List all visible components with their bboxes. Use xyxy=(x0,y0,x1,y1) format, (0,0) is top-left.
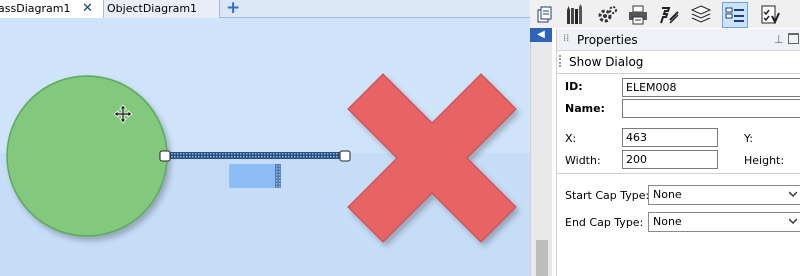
format-icon[interactable] xyxy=(656,2,682,28)
name-label: Name: xyxy=(565,102,605,115)
diagram-shapes xyxy=(6,73,517,243)
tab-classdiagram1[interactable]: lassDiagram1 ✕ xyxy=(0,0,104,18)
toolbar-grip-icon xyxy=(559,55,563,67)
document-icon[interactable] xyxy=(532,2,558,28)
height-label: Height: xyxy=(744,154,785,167)
connector-end-handle[interactable] xyxy=(339,150,351,162)
label-resize-grip[interactable] xyxy=(275,164,281,188)
scrollbar-thumb[interactable] xyxy=(536,240,548,276)
printer-icon[interactable] xyxy=(625,2,651,28)
panel-title: Properties xyxy=(577,33,638,47)
name-field[interactable] xyxy=(622,99,800,118)
layers-icon[interactable] xyxy=(688,2,714,28)
end-cap-value: None xyxy=(653,215,682,228)
connector-line[interactable] xyxy=(166,152,344,159)
x-field[interactable] xyxy=(622,128,718,147)
properties-header: ⁞⁞ Properties ⊥ xyxy=(557,29,800,51)
checklist-icon[interactable] xyxy=(756,2,782,28)
width-field[interactable] xyxy=(622,150,718,169)
diagram-canvas[interactable] xyxy=(0,18,530,276)
start-cap-select[interactable]: None xyxy=(648,185,800,205)
panel-grip-icon[interactable]: ⁞⁞ xyxy=(563,33,569,44)
end-cap-label: End Cap Type: xyxy=(565,216,644,229)
show-dialog-button[interactable]: Show Dialog xyxy=(569,55,643,69)
connector-label-box[interactable] xyxy=(229,164,281,188)
tab-label: lassDiagram1 xyxy=(0,2,71,15)
chevron-down-icon xyxy=(789,191,797,197)
collapse-panel-button[interactable]: ◀ xyxy=(530,28,552,42)
tab-label: ObjectDiagram1 xyxy=(107,2,198,15)
gear-icon[interactable] xyxy=(594,2,620,28)
side-toolbar xyxy=(530,0,800,28)
divider xyxy=(557,173,800,174)
y-label: Y: xyxy=(744,132,753,145)
id-label: ID: xyxy=(565,80,583,93)
cross-shape[interactable] xyxy=(347,73,517,243)
start-cap-label: Start Cap Type: xyxy=(565,189,650,202)
id-field[interactable] xyxy=(622,78,800,97)
tab-objectdiagram1[interactable]: ObjectDiagram1 xyxy=(104,0,220,18)
document-tab-bar: lassDiagram1 ✕ ObjectDiagram1 + xyxy=(0,0,530,18)
properties-panel: ⁞⁞ Properties ⊥ Show Dialog ID: Name: X:… xyxy=(556,29,800,276)
divider xyxy=(557,73,800,74)
close-icon[interactable]: ✕ xyxy=(82,0,93,18)
maximize-icon[interactable] xyxy=(788,33,799,44)
properties-icon[interactable] xyxy=(722,2,748,28)
pin-icon[interactable]: ⊥ xyxy=(774,33,784,46)
width-label: Width: xyxy=(565,154,601,167)
color-pencils-icon[interactable] xyxy=(563,2,589,28)
chevron-down-icon xyxy=(789,218,797,224)
x-label: X: xyxy=(565,132,577,145)
plus-icon[interactable]: + xyxy=(226,0,240,17)
circle-shape[interactable] xyxy=(6,75,168,237)
start-cap-value: None xyxy=(653,188,682,201)
connector-start-handle[interactable] xyxy=(159,150,171,162)
end-cap-select[interactable]: None xyxy=(648,212,800,232)
